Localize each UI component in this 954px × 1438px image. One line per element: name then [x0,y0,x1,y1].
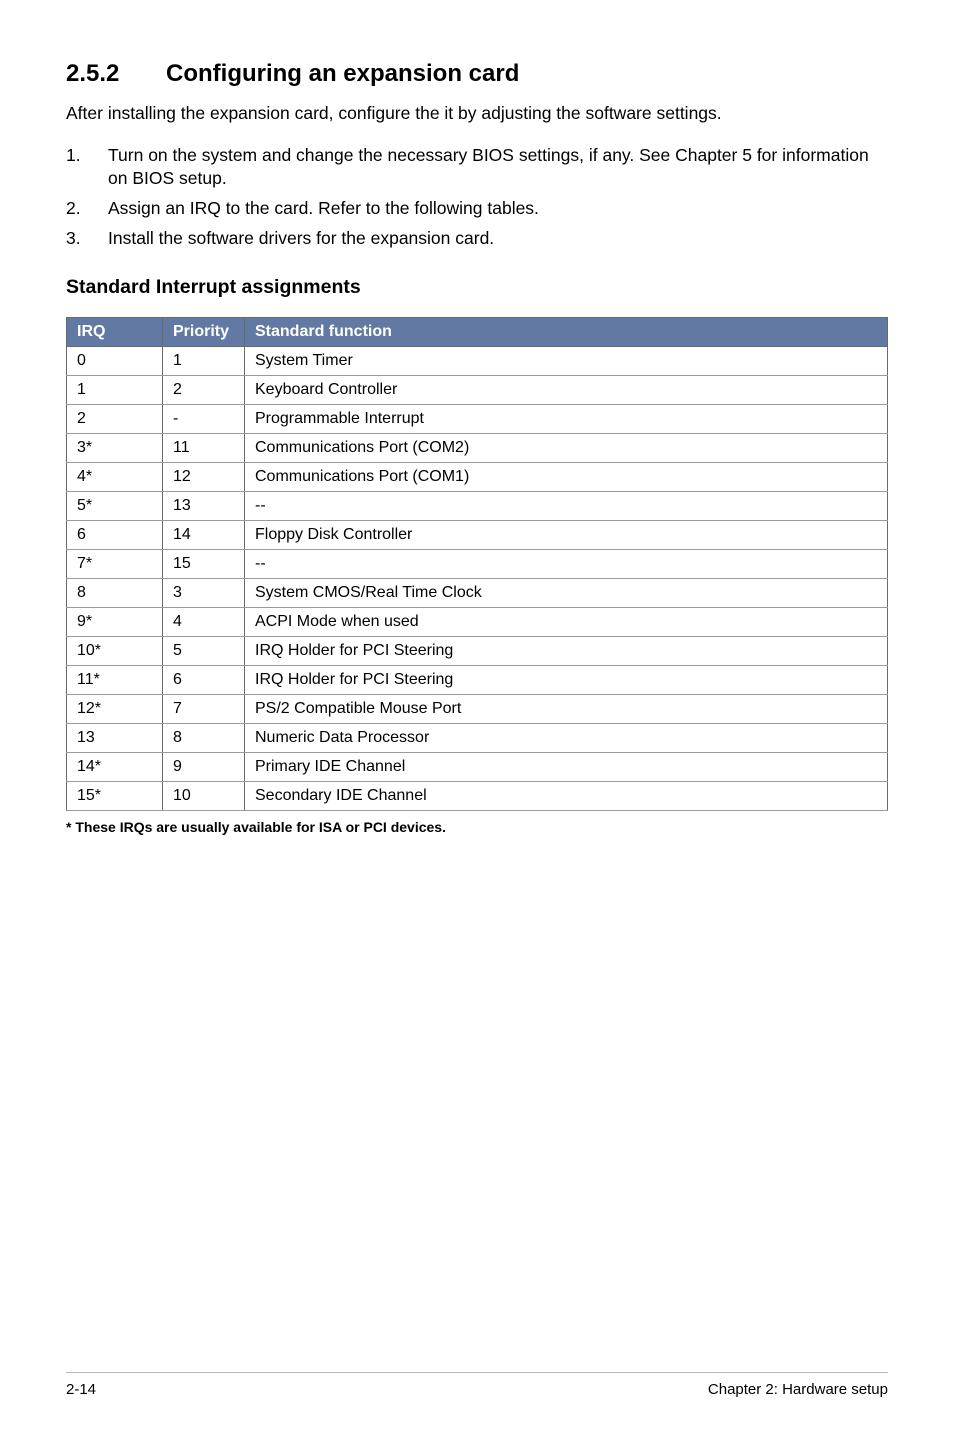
footer-chapter-label: Chapter 2: Hardware setup [708,1381,888,1398]
table-row: 10*5IRQ Holder for PCI Steering [67,637,888,666]
page-footer: 2-14 Chapter 2: Hardware setup [66,1372,888,1398]
section-heading: 2.5.2 Configuring an expansion card [66,60,888,88]
cell-priority: 3 [163,579,245,608]
cell-function: IRQ Holder for PCI Steering [245,637,888,666]
table-row: 12Keyboard Controller [67,376,888,405]
cell-priority: 4 [163,608,245,637]
cell-irq: 7* [67,550,163,579]
table-subheading: Standard Interrupt assignments [66,276,888,299]
step-text: Turn on the system and change the necess… [108,144,888,191]
table-footnote: * These IRQs are usually available for I… [66,819,888,835]
intro-paragraph: After installing the expansion card, con… [66,102,888,126]
cell-irq: 13 [67,724,163,753]
cell-function: Floppy Disk Controller [245,521,888,550]
cell-function: Communications Port (COM1) [245,463,888,492]
cell-priority: 13 [163,492,245,521]
table-row: 11*6IRQ Holder for PCI Steering [67,666,888,695]
cell-function: Secondary IDE Channel [245,782,888,811]
section-title: Configuring an expansion card [166,60,888,88]
table-row: 2-Programmable Interrupt [67,405,888,434]
cell-function: Primary IDE Channel [245,753,888,782]
footer-page-number: 2-14 [66,1381,96,1398]
cell-priority: 11 [163,434,245,463]
cell-priority: 6 [163,666,245,695]
table-row: 15*10Secondary IDE Channel [67,782,888,811]
cell-irq: 4* [67,463,163,492]
cell-irq: 15* [67,782,163,811]
step-item: 3. Install the software drivers for the … [66,227,888,251]
cell-priority: - [163,405,245,434]
step-text: Install the software drivers for the exp… [108,227,888,251]
cell-irq: 12* [67,695,163,724]
cell-function: System CMOS/Real Time Clock [245,579,888,608]
step-number: 3. [66,227,108,251]
cell-priority: 14 [163,521,245,550]
cell-priority: 1 [163,347,245,376]
steps-list: 1. Turn on the system and change the nec… [66,144,888,251]
cell-irq: 6 [67,521,163,550]
cell-function: Programmable Interrupt [245,405,888,434]
table-row: 7*15-- [67,550,888,579]
cell-function: -- [245,492,888,521]
cell-irq: 10* [67,637,163,666]
table-header-row: IRQ Priority Standard function [67,318,888,347]
step-number: 1. [66,144,108,191]
cell-priority: 2 [163,376,245,405]
table-row: 4*12Communications Port (COM1) [67,463,888,492]
header-priority: Priority [163,318,245,347]
cell-priority: 15 [163,550,245,579]
table-row: 138Numeric Data Processor [67,724,888,753]
header-function: Standard function [245,318,888,347]
cell-priority: 8 [163,724,245,753]
cell-irq: 0 [67,347,163,376]
cell-irq: 14* [67,753,163,782]
table-row: 01System Timer [67,347,888,376]
step-number: 2. [66,197,108,221]
cell-priority: 5 [163,637,245,666]
cell-irq: 1 [67,376,163,405]
step-item: 2. Assign an IRQ to the card. Refer to t… [66,197,888,221]
cell-function: Communications Port (COM2) [245,434,888,463]
table-row: 9*4ACPI Mode when used [67,608,888,637]
cell-priority: 9 [163,753,245,782]
table-row: 12*7PS/2 Compatible Mouse Port [67,695,888,724]
cell-irq: 3* [67,434,163,463]
section-number: 2.5.2 [66,60,166,88]
irq-table: IRQ Priority Standard function 01System … [66,317,888,811]
cell-priority: 10 [163,782,245,811]
cell-irq: 9* [67,608,163,637]
step-text: Assign an IRQ to the card. Refer to the … [108,197,888,221]
cell-irq: 5* [67,492,163,521]
table-row: 3*11Communications Port (COM2) [67,434,888,463]
cell-function: -- [245,550,888,579]
cell-priority: 7 [163,695,245,724]
cell-function: PS/2 Compatible Mouse Port [245,695,888,724]
cell-function: System Timer [245,347,888,376]
cell-function: IRQ Holder for PCI Steering [245,666,888,695]
header-irq: IRQ [67,318,163,347]
table-row: 83System CMOS/Real Time Clock [67,579,888,608]
cell-function: Numeric Data Processor [245,724,888,753]
cell-function: ACPI Mode when used [245,608,888,637]
cell-priority: 12 [163,463,245,492]
cell-irq: 8 [67,579,163,608]
cell-function: Keyboard Controller [245,376,888,405]
step-item: 1. Turn on the system and change the nec… [66,144,888,191]
table-row: 14*9Primary IDE Channel [67,753,888,782]
cell-irq: 11* [67,666,163,695]
cell-irq: 2 [67,405,163,434]
table-row: 5*13-- [67,492,888,521]
table-row: 614Floppy Disk Controller [67,521,888,550]
